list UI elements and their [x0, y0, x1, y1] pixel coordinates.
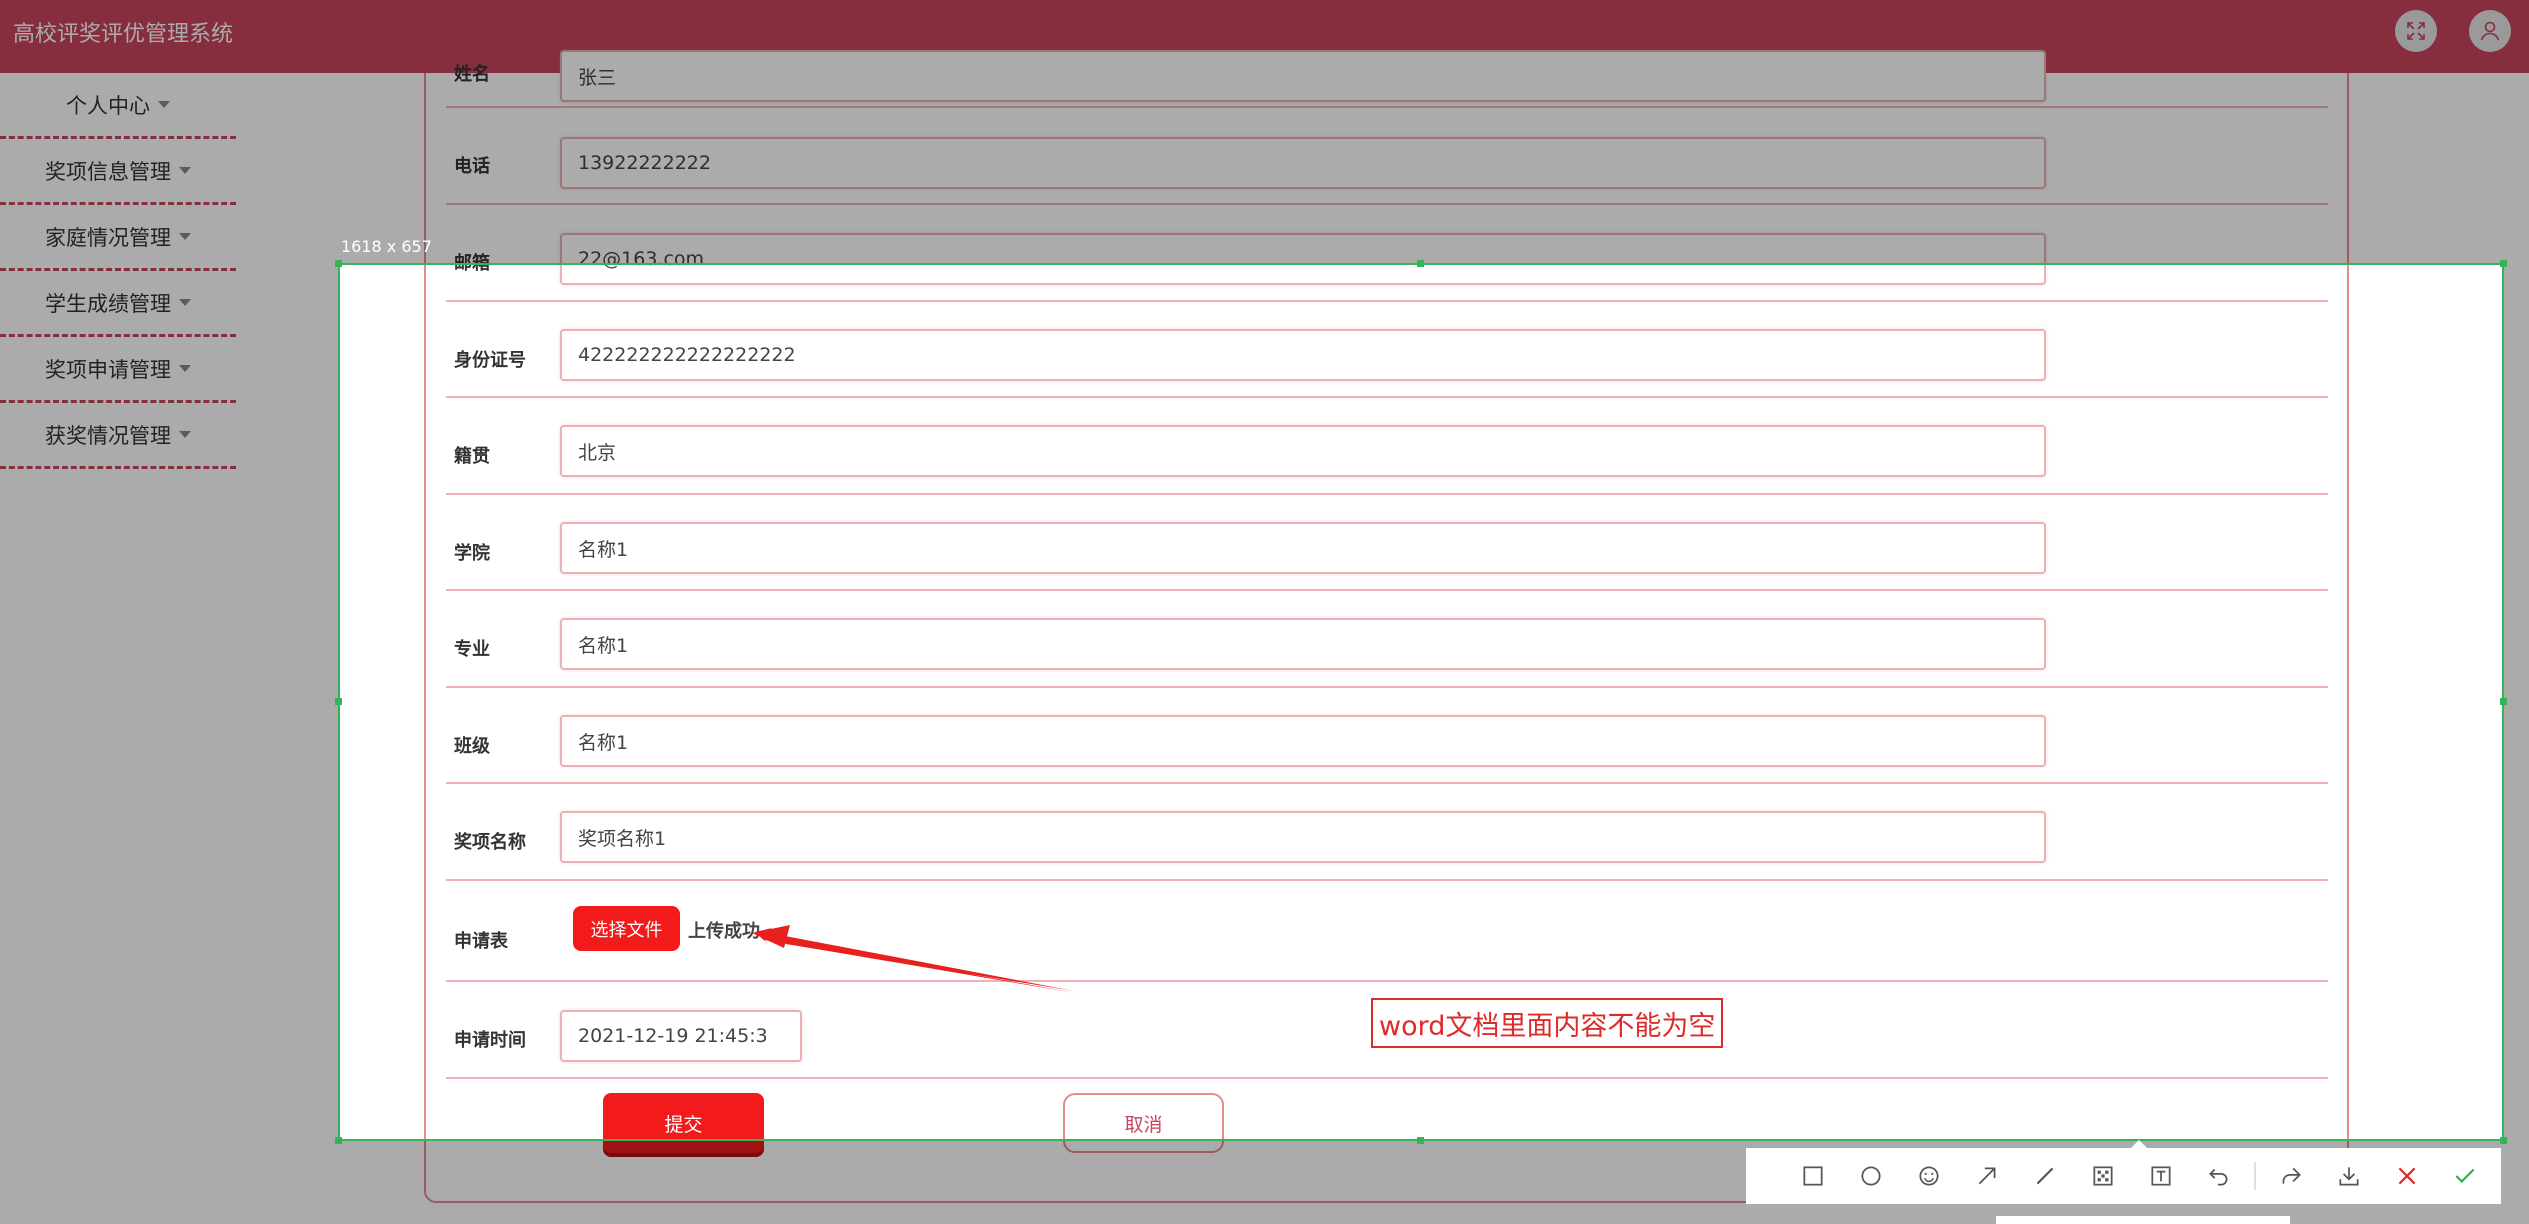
capture-toolbar [1746, 1148, 2501, 1204]
rectangle-tool[interactable] [1784, 1148, 1842, 1204]
share-icon [2282, 1167, 2301, 1184]
selection-handle[interactable] [2500, 260, 2507, 267]
page: 高校评奖评优管理系统 个人中心 奖项信息管理 家庭情况管理 学生成绩管理 奖项申… [0, 0, 2529, 1224]
close-icon [2398, 1167, 2416, 1185]
capture-dim-left [0, 263, 338, 1141]
text-icon [2151, 1166, 2171, 1186]
selection-handle[interactable] [2500, 1137, 2507, 1144]
toolbar-divider [2254, 1162, 2256, 1190]
selection-size-label: 1618 x 657 [341, 237, 432, 256]
line-icon [2036, 1167, 2054, 1185]
toolbar-bottom-strip [1996, 1216, 2290, 1224]
confirm-icon [2455, 1168, 2475, 1183]
mosaic-tool[interactable] [2074, 1148, 2132, 1204]
text-tool[interactable] [2132, 1148, 2190, 1204]
arrow-icon [1978, 1167, 1996, 1185]
undo-tool[interactable] [2190, 1148, 2248, 1204]
undo-icon [2209, 1168, 2228, 1186]
emoji-icon [1919, 1166, 1939, 1186]
confirm-tool[interactable] [2436, 1148, 2494, 1204]
selection-handle[interactable] [335, 698, 342, 705]
arrow-tool[interactable] [1958, 1148, 2016, 1204]
download-tool[interactable] [2320, 1148, 2378, 1204]
line-tool[interactable] [2016, 1148, 2074, 1204]
ellipse-icon [1861, 1166, 1881, 1186]
ellipse-tool[interactable] [1842, 1148, 1900, 1204]
selection-handle[interactable] [1417, 1137, 1424, 1144]
selection-handle[interactable] [1417, 260, 1424, 267]
share-tool[interactable] [2262, 1148, 2320, 1204]
text-annotation[interactable]: word文档里面内容不能为空 [1371, 998, 1724, 1048]
selection-handle[interactable] [335, 260, 342, 267]
close-tool[interactable] [2378, 1148, 2436, 1204]
download-icon [2339, 1167, 2359, 1186]
selection-handle[interactable] [335, 1137, 342, 1144]
capture-dim-right [2504, 263, 2529, 1141]
selection-handle[interactable] [2500, 698, 2507, 705]
emoji-tool[interactable] [1900, 1148, 1958, 1204]
mosaic-icon [2093, 1166, 2113, 1186]
capture-dim-top [0, 0, 2529, 263]
rectangle-icon [1803, 1166, 1823, 1186]
